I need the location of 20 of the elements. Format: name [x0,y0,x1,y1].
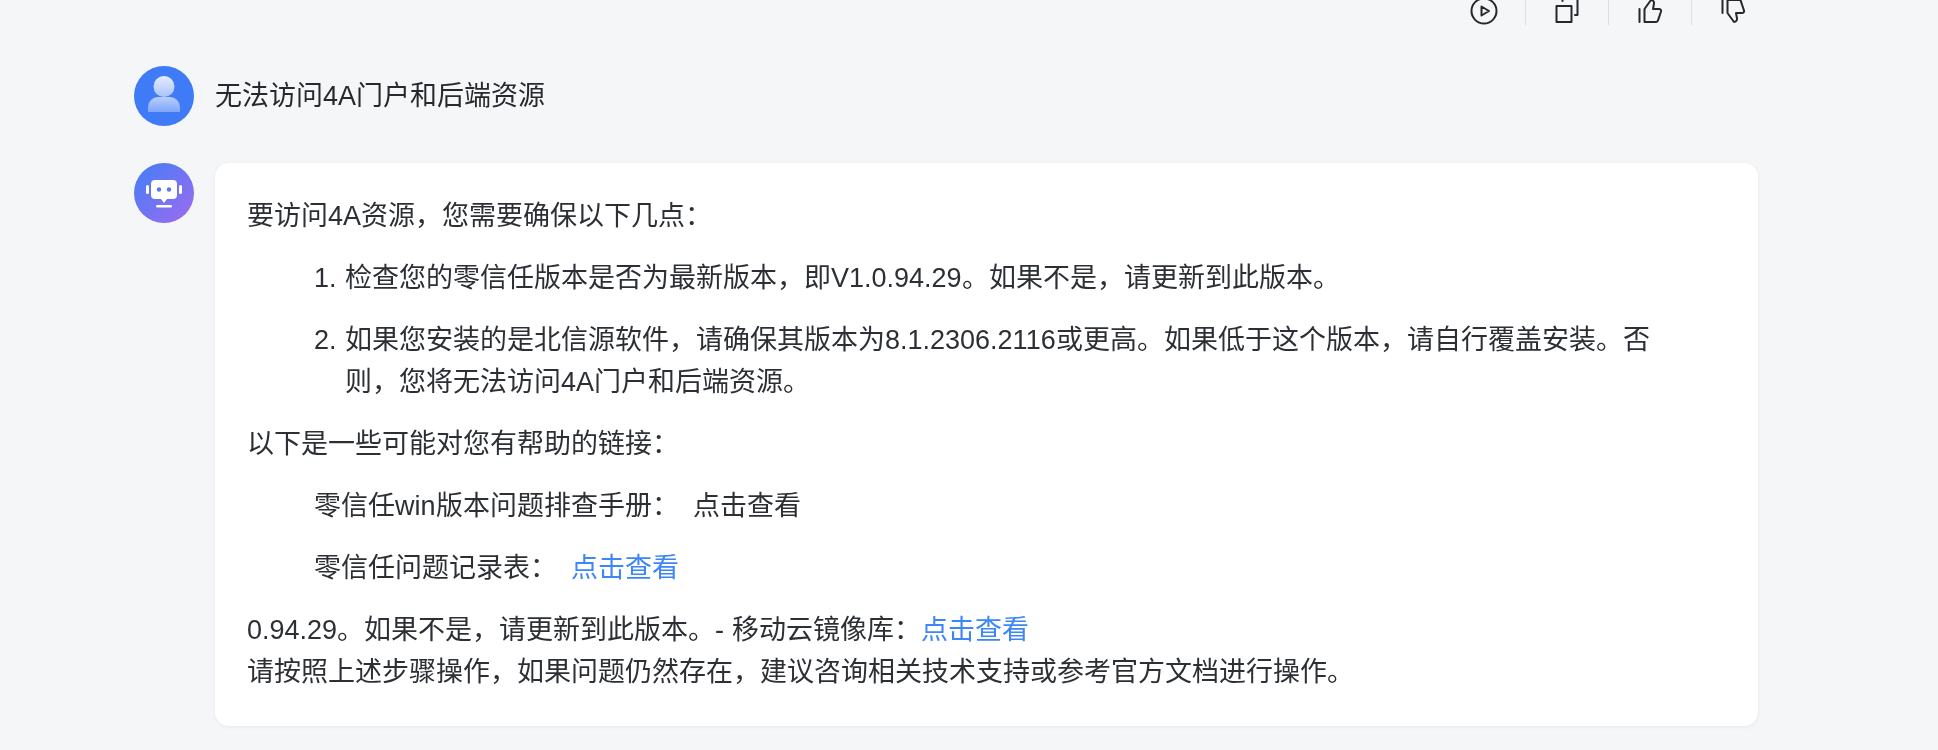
view-text: 点击查看 [692,491,801,521]
copy-icon[interactable] [1553,0,1581,25]
thumbs-up-icon[interactable] [1636,0,1664,25]
user-avatar-icon [134,66,194,126]
list-item-text: 检查您的零信任版本是否为最新版本，即V1.0.94.29。如果不是，请更新到此版本。 [345,262,1341,295]
view-link[interactable]: 点击查看 [571,553,679,583]
paragraph-text: 请按照上述步骤操作，如果问题仍然存在，建议咨询相关技术支持或参考官方文档进行操作。 [247,657,1354,687]
user-message: 无法访问4A门户和后端资源 [215,80,546,113]
list-number: 2. [314,324,338,357]
paragraph-text: 要访问4A资源，您需要确保以下几点： [247,201,713,231]
link-label: 零信任问题记录表： [314,553,557,583]
list-item-text: 如果您安装的是北信源软件，请确保其版本为8.1.2306.2116或更高。如果低于这个版本，请自行覆盖安装。否则，您将无法访问4A门户和后端资源。 [345,324,1651,399]
list-number: 1. [314,262,338,295]
paragraph-text: 以下是一些可能对您有帮助的链接： [247,429,679,459]
link-label: 零信任win版本问题排查手册： [314,491,679,521]
thumbs-down-icon[interactable] [1719,0,1747,25]
play-icon[interactable] [1470,0,1498,25]
paragraph-text: 0.94.29。如果不是，请更新到此版本。- 移动云镜像库： [247,615,921,645]
robot-avatar-icon [134,163,194,223]
view-link[interactable]: 点击查看 [920,615,1029,645]
